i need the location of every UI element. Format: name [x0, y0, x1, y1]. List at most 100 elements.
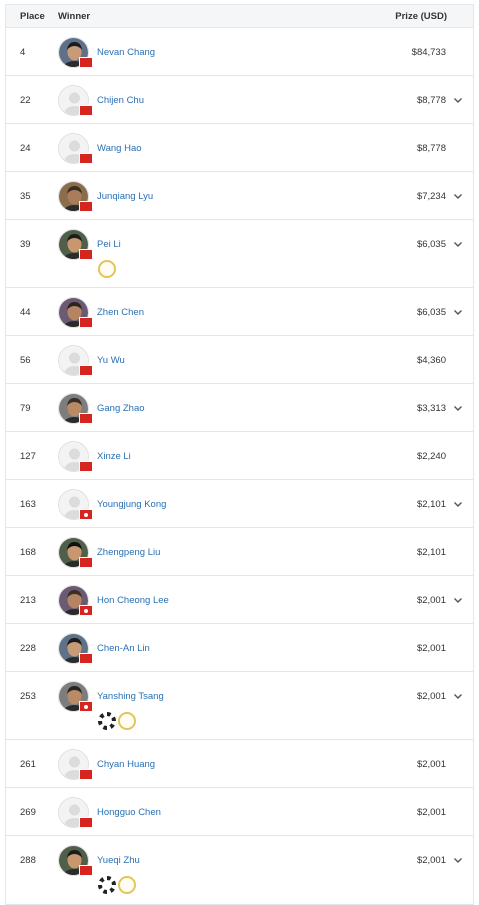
chevron-down-icon[interactable]: [452, 305, 464, 317]
table-row: 269 Hongguo Chen $2,001: [6, 788, 473, 836]
table-row: 261 Chyan Huang $2,001: [6, 740, 473, 788]
achievement-badges: [98, 712, 136, 730]
place-cell: 163: [20, 499, 36, 510]
prize-cell: $8,778: [416, 143, 446, 154]
table-row[interactable]: 288 Yueqi Zhu $2,001: [6, 836, 473, 904]
prize-cell: $6,035: [416, 307, 446, 318]
place-column-header: Place: [20, 11, 45, 22]
table-row[interactable]: 22 Chijen Chu $8,778: [6, 76, 473, 124]
prize-cell: $84,733: [411, 47, 446, 58]
table-row[interactable]: 163 Youngjung Kong $2,101: [6, 480, 473, 528]
chevron-down-icon[interactable]: [452, 689, 464, 701]
table-row: 127 Xinze Li $2,240: [6, 432, 473, 480]
china-flag-icon: [79, 317, 93, 328]
gold-ring-badge-icon[interactable]: [118, 712, 136, 730]
table-row: 168 Zhengpeng Liu $2,101: [6, 528, 473, 576]
winner-name-link[interactable]: Youngjung Kong: [97, 499, 166, 510]
table-row[interactable]: 213 Hon Cheong Lee $2,001: [6, 576, 473, 624]
prize-cell: $6,035: [416, 239, 446, 250]
winner-name-link[interactable]: Wang Hao: [97, 143, 142, 154]
chevron-down-icon[interactable]: [452, 93, 464, 105]
prize-cell: $4,360: [416, 355, 446, 366]
place-cell: 56: [20, 355, 31, 366]
hong-kong-flag-icon: [79, 701, 93, 712]
place-cell: 127: [20, 451, 36, 462]
prize-cell: $2,001: [416, 595, 446, 606]
place-cell: 39: [20, 239, 31, 250]
poker-chip-badge-icon[interactable]: [98, 712, 116, 730]
gold-ring-badge-icon[interactable]: [98, 260, 116, 278]
poker-chip-badge-icon[interactable]: [98, 876, 116, 894]
place-cell: 24: [20, 143, 31, 154]
prize-cell: $3,313: [416, 403, 446, 414]
winner-name-link[interactable]: Hongguo Chen: [97, 807, 161, 818]
table-row: 228 Chen-An Lin $2,001: [6, 624, 473, 672]
place-cell: 4: [20, 47, 26, 58]
winner-name-link[interactable]: Chyan Huang: [97, 759, 155, 770]
place-cell: 22: [20, 95, 31, 106]
winner-name-link[interactable]: Yueqi Zhu: [97, 855, 140, 866]
achievement-badges: [98, 260, 116, 278]
china-flag-icon: [79, 153, 93, 164]
winner-name-link[interactable]: Chijen Chu: [97, 95, 144, 106]
china-flag-icon: [79, 105, 93, 116]
china-flag-icon: [79, 201, 93, 212]
hong-kong-flag-icon: [79, 605, 93, 616]
table-row[interactable]: 79 Gang Zhao $3,313: [6, 384, 473, 432]
winner-column-header: Winner: [58, 11, 91, 22]
hong-kong-flag-icon: [79, 509, 93, 520]
winner-name-link[interactable]: Pei Li: [97, 239, 121, 250]
winner-name-link[interactable]: Hon Cheong Lee: [97, 595, 169, 606]
chevron-down-icon[interactable]: [452, 189, 464, 201]
place-cell: 261: [20, 759, 36, 770]
table-row: 24 Wang Hao $8,778: [6, 124, 473, 172]
table-row[interactable]: 44 Zhen Chen $6,035: [6, 288, 473, 336]
place-cell: 44: [20, 307, 31, 318]
prize-column-header: Prize (USD): [395, 11, 447, 22]
place-cell: 253: [20, 691, 36, 702]
winner-name-link[interactable]: Yu Wu: [97, 355, 125, 366]
prize-cell: $2,001: [416, 643, 446, 654]
winner-name-link[interactable]: Zhen Chen: [97, 307, 144, 318]
table-row[interactable]: 253 Yanshing Tsang $2,001: [6, 672, 473, 740]
chevron-down-icon[interactable]: [452, 593, 464, 605]
china-flag-icon: [79, 817, 93, 828]
table-row[interactable]: 39 Pei Li $6,035: [6, 220, 473, 288]
china-flag-icon: [79, 413, 93, 424]
place-cell: 228: [20, 643, 36, 654]
prize-cell: $2,101: [416, 499, 446, 510]
winner-name-link[interactable]: Zhengpeng Liu: [97, 547, 160, 558]
table-body: 4 Nevan Chang $84,733 22 Chijen Chu $8,778 24 W…: [6, 28, 473, 904]
china-flag-icon: [79, 365, 93, 376]
china-flag-icon: [79, 769, 93, 780]
winner-name-link[interactable]: Nevan Chang: [97, 47, 155, 58]
china-flag-icon: [79, 653, 93, 664]
winner-name-link[interactable]: Xinze Li: [97, 451, 131, 462]
achievement-badges: [98, 876, 136, 894]
place-cell: 269: [20, 807, 36, 818]
prize-cell: $2,001: [416, 807, 446, 818]
prize-cell: $2,001: [416, 691, 446, 702]
gold-ring-badge-icon[interactable]: [118, 876, 136, 894]
chevron-down-icon[interactable]: [452, 237, 464, 249]
prize-cell: $8,778: [416, 95, 446, 106]
winner-name-link[interactable]: Gang Zhao: [97, 403, 145, 414]
china-flag-icon: [79, 57, 93, 68]
table-row[interactable]: 35 Junqiang Lyu $7,234: [6, 172, 473, 220]
table-header: Place Winner Prize (USD): [6, 5, 473, 28]
china-flag-icon: [79, 249, 93, 260]
place-cell: 35: [20, 191, 31, 202]
place-cell: 79: [20, 403, 31, 414]
winner-name-link[interactable]: Junqiang Lyu: [97, 191, 153, 202]
chevron-down-icon[interactable]: [452, 401, 464, 413]
prize-cell: $2,240: [416, 451, 446, 462]
chevron-down-icon[interactable]: [452, 853, 464, 865]
place-cell: 168: [20, 547, 36, 558]
winner-name-link[interactable]: Chen-An Lin: [97, 643, 150, 654]
table-row: 4 Nevan Chang $84,733: [6, 28, 473, 76]
chevron-down-icon[interactable]: [452, 497, 464, 509]
prize-cell: $7,234: [416, 191, 446, 202]
winner-name-link[interactable]: Yanshing Tsang: [97, 691, 164, 702]
china-flag-icon: [79, 461, 93, 472]
place-cell: 213: [20, 595, 36, 606]
